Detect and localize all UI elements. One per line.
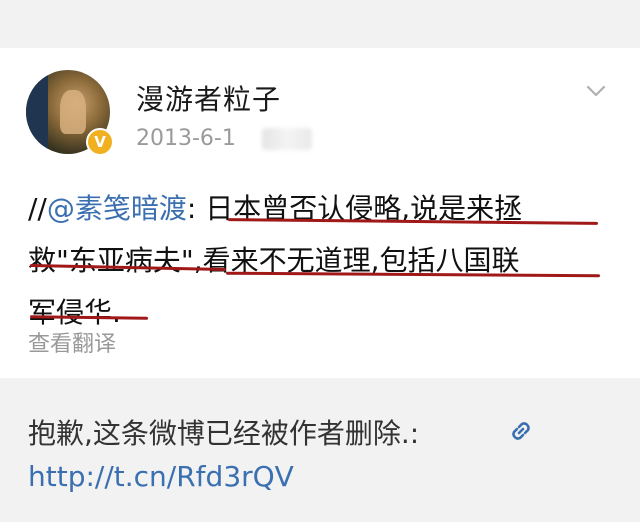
- post-text-line-1: //@素笺暗渡: 日本曾否认侵略,说是来拯: [28, 183, 618, 235]
- link-icon[interactable]: [506, 416, 536, 446]
- repost-prefix: //: [28, 192, 47, 225]
- redacted-blur: [262, 128, 312, 150]
- avatar-image-figure: [60, 90, 86, 134]
- avatar-image-detail: [26, 70, 48, 154]
- weibo-post-card: V 漫游者粒子 2013-6-1 //@素笺暗渡: 日本曾否认侵略,说是来拯 救…: [0, 48, 640, 378]
- translate-link[interactable]: 查看翻译: [28, 326, 116, 358]
- post-timestamp: 2013-6-1: [136, 126, 236, 151]
- top-gap: [0, 0, 640, 48]
- deleted-notice: 抱歉,这条微博已经被作者删除.:: [28, 417, 420, 450]
- post-text-line-2: 救"东亚病夫",看来不无道理,包括八国联: [28, 244, 520, 277]
- chevron-down-icon[interactable]: [585, 80, 607, 102]
- username[interactable]: 漫游者粒子: [136, 78, 281, 118]
- verified-badge-icon: V: [86, 128, 114, 156]
- mention-link[interactable]: @素笺暗渡: [47, 192, 187, 225]
- reposted-content-box[interactable]: 抱歉,这条微博已经被作者删除.: http://t.cn/Rfd3rQV: [0, 378, 640, 522]
- post-text-line-3: 军侵华.: [28, 296, 121, 329]
- short-url-link[interactable]: http://t.cn/Rfd3rQV: [28, 460, 294, 493]
